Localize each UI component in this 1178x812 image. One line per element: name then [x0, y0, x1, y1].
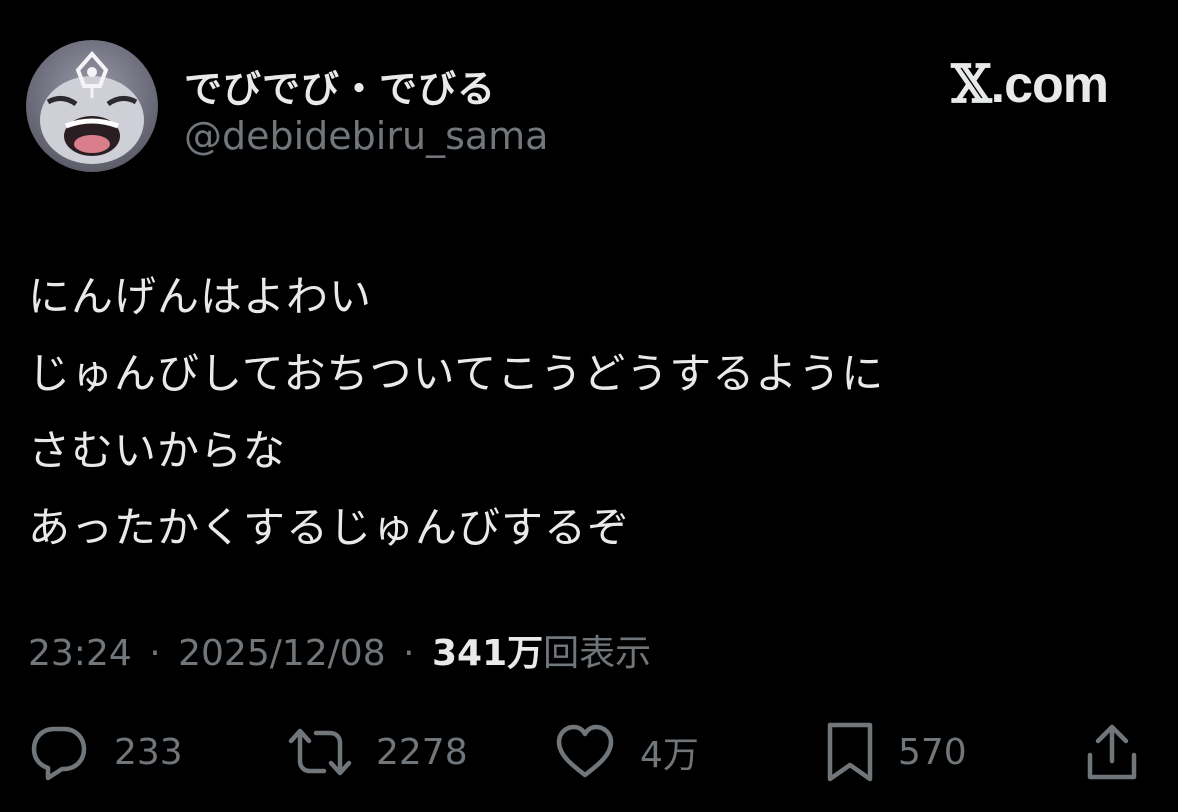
tweet-line: にんげんはよわい: [28, 272, 373, 321]
x-logo-icon: 𝕏: [951, 54, 991, 115]
share-button[interactable]: [1084, 712, 1140, 792]
avatar[interactable]: [26, 40, 158, 172]
tweet-line: さむいからな: [28, 426, 287, 475]
like-count: 4万: [640, 735, 699, 776]
bookmark-icon: [827, 722, 873, 782]
display-name[interactable]: でびでび・でびる: [184, 58, 496, 113]
bookmark-count: 570: [898, 731, 967, 773]
tweet-header: でびでび・でびる @debidebiru_sama 𝕏.com: [26, 40, 1156, 180]
like-button[interactable]: 4万: [554, 712, 699, 792]
action-bar: 233 2278 4万 570: [0, 712, 1178, 792]
meta-separator: ·: [403, 633, 415, 674]
retweet-button[interactable]: 2278: [288, 712, 468, 792]
views-label: 回表示: [543, 633, 652, 674]
tweet-time[interactable]: 23:24: [28, 633, 132, 674]
reply-count: 233: [114, 731, 183, 773]
reply-button[interactable]: 233: [28, 712, 183, 792]
tweet-meta: 23:24 · 2025/12/08 · 341万回表示: [28, 624, 651, 676]
retweet-icon: [288, 728, 352, 776]
views-count[interactable]: 341万: [432, 633, 543, 674]
tweet-body: にんげんはよわい じゅんびしておちついてこうどうするように さむいからな あった…: [28, 258, 1148, 566]
tweet-date[interactable]: 2025/12/08: [178, 633, 386, 674]
tweet-line: じゅんびしておちついてこうどうするように: [28, 349, 885, 398]
share-icon: [1087, 724, 1137, 780]
avatar-image: [40, 50, 144, 164]
like-icon: [556, 724, 614, 778]
brand-domain: .com: [990, 56, 1109, 114]
retweet-count: 2278: [376, 731, 468, 773]
meta-separator: ·: [149, 633, 161, 674]
bookmark-button[interactable]: 570: [826, 712, 967, 792]
user-handle[interactable]: @debidebiru_sama: [184, 114, 548, 158]
tweet-line: あったかくするじゅんびするぞ: [28, 503, 631, 552]
reply-icon: [31, 726, 87, 781]
brand-logo: 𝕏.com: [951, 54, 1109, 115]
